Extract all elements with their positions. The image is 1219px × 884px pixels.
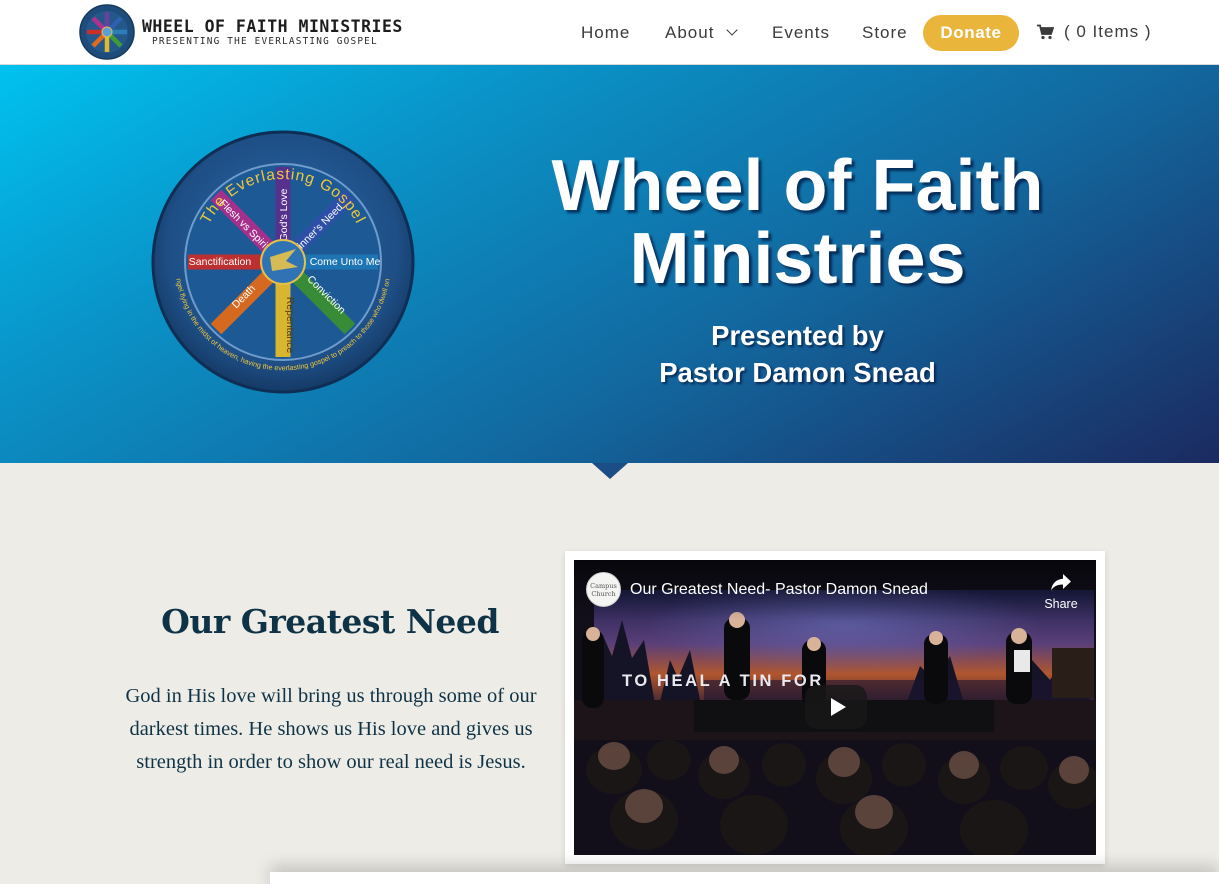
chevron-down-icon: [726, 24, 739, 36]
donate-button[interactable]: Donate: [923, 15, 1019, 51]
share-button[interactable]: Share: [1036, 572, 1086, 618]
next-section-edge: [270, 872, 1219, 884]
hero-title-line1: Wheel of Faith: [551, 146, 1044, 226]
cart-count: ( 0 Items ): [1064, 22, 1152, 41]
shopping-cart-icon: [1037, 24, 1054, 40]
cart-link[interactable]: ( 0 Items ): [1037, 22, 1152, 42]
play-button[interactable]: [805, 685, 867, 729]
nav-about-link[interactable]: About: [665, 22, 739, 44]
section-body: God in His love will bring us through so…: [120, 680, 542, 779]
hero-subtitle: Presented by Pastor Damon Snead: [600, 317, 995, 391]
wheel-logo-icon: [79, 4, 135, 60]
gospel-wheel-image: God's Love Sinner's Need Come Unto Me Co…: [150, 127, 415, 394]
body-line-3: strength in order to show our real need …: [136, 751, 526, 773]
hero-title-line2: Ministries: [629, 219, 966, 299]
spoke-repentance: Repentance: [284, 297, 296, 354]
hero-subtitle-line1: Presented by: [711, 320, 884, 351]
site-header: WHEEL OF FAITH MINISTRIES PRESENTING THE…: [0, 0, 1219, 65]
nav-events-link[interactable]: Events: [772, 22, 830, 44]
play-icon: [830, 698, 846, 716]
body-line-2: darkest times. He shows us His love and …: [129, 718, 533, 740]
logo-title: WHEEL OF FAITH MINISTRIES: [142, 16, 403, 36]
nav-store-link[interactable]: Store: [862, 22, 908, 44]
hero-notch: [592, 463, 628, 479]
video-title[interactable]: Our Greatest Need- Pastor Damon Snead: [630, 581, 928, 599]
logo-tagline: PRESENTING THE EVERLASTING GOSPEL: [152, 35, 378, 47]
hero-subtitle-line2: Pastor Damon Snead: [659, 357, 936, 388]
share-arrow-icon: [1051, 574, 1071, 591]
body-line-1: God in His love will bring us through so…: [125, 685, 537, 707]
youtube-video-player[interactable]: Campus Church Our Greatest Need- Pastor …: [574, 560, 1096, 855]
channel-avatar[interactable]: Campus Church: [586, 572, 621, 607]
video-banner-text: TO HEAL A TIN FOR: [622, 672, 824, 690]
spoke-come-unto-me: Come Unto Me: [310, 256, 381, 268]
spoke-gods-love: God's Love: [278, 188, 290, 241]
share-label: Share: [1044, 597, 1078, 611]
spoke-sanctification: Sanctification: [189, 256, 252, 268]
section-title: Our Greatest Need: [161, 602, 499, 641]
nav-home-link[interactable]: Home: [581, 22, 630, 44]
site-logo[interactable]: WHEEL OF FAITH MINISTRIES PRESENTING THE…: [78, 2, 402, 62]
hero-title: Wheel of Faith Ministries: [540, 150, 1055, 296]
video-frame: Campus Church Our Greatest Need- Pastor …: [565, 551, 1105, 864]
nav-about-label: About: [665, 23, 715, 42]
